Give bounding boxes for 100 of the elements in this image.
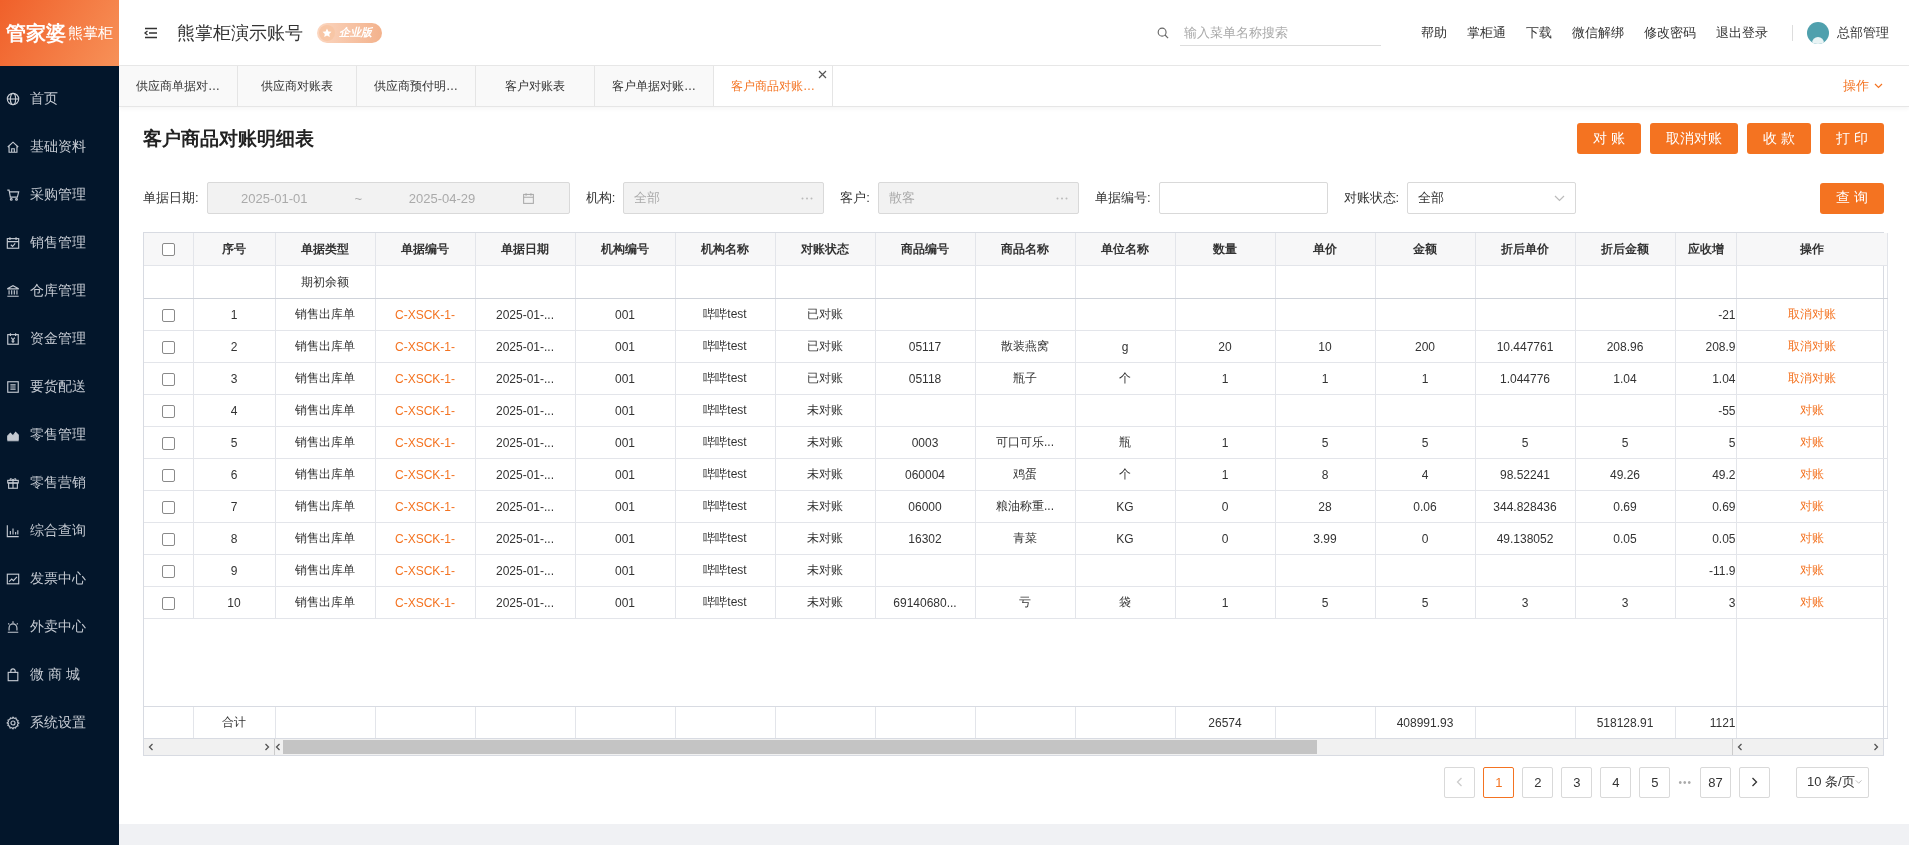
select-all-checkbox[interactable]: [161, 243, 175, 257]
column-header: 操作: [1799, 241, 1824, 256]
page-tab[interactable]: 供应商单据对…: [119, 66, 238, 106]
sidebar-item[interactable]: 零售管理: [0, 411, 119, 459]
bag-icon: [6, 668, 20, 682]
filter-label: 单据编号:: [1094, 189, 1151, 207]
table-cell: 7: [230, 499, 238, 514]
sidebar-item[interactable]: 微 商 城: [0, 651, 119, 699]
row-checkbox[interactable]: [161, 564, 175, 578]
row-checkbox[interactable]: [161, 468, 175, 482]
yen-calendar-icon: [6, 332, 20, 346]
page-tab[interactable]: 供应商对账表: [238, 66, 357, 106]
table-cell: 1: [1221, 467, 1229, 482]
table-cell: 袋: [1119, 595, 1131, 609]
select-field[interactable]: 全部: [1407, 182, 1577, 214]
column-header: 序号: [222, 241, 246, 256]
header-link[interactable]: 退出登录: [1716, 23, 1768, 42]
gear-icon: [6, 716, 20, 730]
header-link[interactable]: 微信解绑: [1572, 23, 1624, 42]
page-button[interactable]: 87: [1700, 766, 1731, 798]
table-cell: 28: [1318, 499, 1332, 514]
sidebar-item[interactable]: 综合查询: [0, 507, 119, 555]
sidebar-item[interactable]: 系统设置: [0, 699, 119, 747]
table-cell: 未对账: [807, 467, 843, 481]
bell-icon: [6, 620, 20, 634]
header-link[interactable]: 下载: [1526, 23, 1552, 42]
sidebar-item[interactable]: 仓库管理: [0, 267, 119, 315]
table-cell: 8: [1321, 467, 1329, 482]
table-cell: 销售出库单: [295, 467, 355, 481]
column-header: 机构名称: [701, 241, 749, 256]
table-cell: 05118: [908, 371, 942, 386]
product-logo-text: 熊掌柜: [68, 23, 113, 43]
table-cell: 49.26: [1610, 467, 1640, 482]
table-cell: 001: [615, 531, 635, 546]
sidebar-item[interactable]: 销售管理: [0, 219, 119, 267]
table-cell: 69140680...: [893, 595, 957, 610]
table-cell: 未对账: [807, 403, 843, 417]
scroll-right-icon[interactable]: [1873, 743, 1879, 751]
table-cell: 3: [1621, 595, 1629, 610]
table-cell: 9: [230, 563, 238, 578]
scroll-left-icon[interactable]: [275, 743, 281, 751]
sidebar-item[interactable]: 首页: [0, 75, 119, 123]
page-button[interactable]: 4: [1600, 766, 1632, 798]
page-button[interactable]: 2: [1522, 766, 1554, 798]
table-cell: 1: [230, 307, 238, 322]
column-header: 商品名称: [1001, 241, 1049, 256]
table-cell: 哔哔test: [703, 307, 747, 321]
header-link[interactable]: 修改密码: [1644, 23, 1696, 42]
page-button[interactable]: 3: [1561, 766, 1593, 798]
table-cell: 518128.91: [1596, 715, 1654, 730]
scroll-left-icon[interactable]: [148, 743, 154, 751]
row-checkbox[interactable]: [161, 596, 175, 610]
row-checkbox[interactable]: [161, 308, 175, 322]
table-cell: 可口可乐...: [996, 435, 1054, 449]
page-tab[interactable]: 客户对账表: [476, 66, 595, 106]
page-tab[interactable]: 供应商预付明…: [357, 66, 476, 106]
table-cell: 瓶子: [1013, 371, 1037, 385]
filter-label: 客户:: [840, 189, 870, 207]
table-cell: 3: [1521, 595, 1529, 610]
scrollbar-thumb[interactable]: [283, 740, 1317, 754]
table-cell: 200: [1415, 339, 1435, 354]
table-cell: 1: [1221, 435, 1229, 450]
column-header: 金额: [1413, 241, 1437, 256]
sidebar-item[interactable]: 发票中心: [0, 555, 119, 603]
column-header: 对账状态: [801, 241, 849, 256]
table-cell: 未对账: [807, 499, 843, 513]
page-button[interactable]: 5: [1639, 766, 1671, 798]
sidebar-item[interactable]: 外卖中心: [0, 603, 119, 651]
sidebar-item[interactable]: 零售营销: [0, 459, 119, 507]
scroll-right-icon[interactable]: [264, 743, 270, 751]
table-cell: g: [1121, 339, 1129, 354]
table-cell: 001: [615, 307, 635, 322]
text-field[interactable]: [1158, 182, 1328, 214]
table-cell: 5: [1728, 435, 1735, 450]
header-link[interactable]: 帮助: [1421, 23, 1447, 42]
sidebar-item[interactable]: 要货配送: [0, 363, 119, 411]
table-cell: 001: [615, 371, 635, 386]
calendar-check-icon: [6, 236, 20, 250]
table-cell: 销售出库单: [295, 371, 355, 385]
row-checkbox[interactable]: [161, 372, 175, 386]
row-checkbox[interactable]: [161, 340, 175, 354]
row-checkbox[interactable]: [161, 404, 175, 418]
table-cell: 0: [1221, 499, 1229, 514]
table-cell: 哔哔test: [703, 339, 747, 353]
table-cell: 1: [1421, 371, 1429, 386]
page-tab[interactable]: 客户单据对账…: [595, 66, 714, 106]
user-name[interactable]: 总部管理: [1837, 23, 1889, 42]
sidebar-item[interactable]: 资金管理: [0, 315, 119, 363]
sidebar-item[interactable]: 采购管理: [0, 171, 119, 219]
row-checkbox[interactable]: [161, 532, 175, 546]
sidebar-item[interactable]: 基础资料: [0, 123, 119, 171]
table-cell: 05117: [908, 339, 942, 354]
table-cell: 49.2: [1712, 467, 1735, 482]
page-size-select[interactable]: 10 条/页: [1796, 766, 1869, 798]
header-link[interactable]: 掌柜通: [1467, 23, 1506, 42]
table-cell: 1: [1221, 595, 1229, 610]
row-checkbox[interactable]: [161, 500, 175, 514]
row-checkbox[interactable]: [161, 436, 175, 450]
close-icon[interactable]: [818, 70, 827, 79]
scroll-left-icon[interactable]: [1737, 743, 1743, 751]
